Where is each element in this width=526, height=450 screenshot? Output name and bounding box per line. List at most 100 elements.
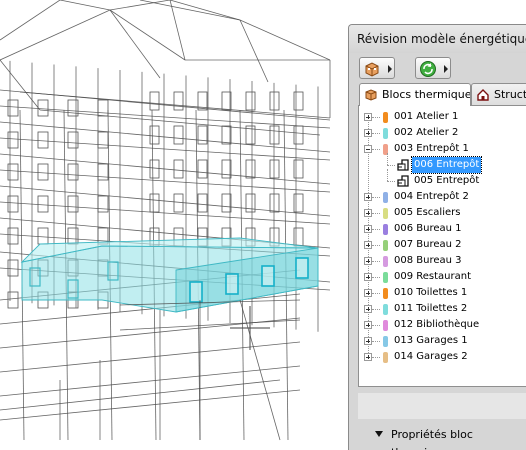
tree-item-label: 002 Atelier 2 <box>394 127 459 138</box>
window-outline <box>37 227 49 245</box>
3d-model-viewport[interactable] <box>0 0 348 449</box>
collapse-triangle-icon[interactable] <box>375 431 383 437</box>
floor-line <box>0 137 331 161</box>
tree-connector-line <box>372 229 380 230</box>
window-outline <box>173 193 184 213</box>
tree-item[interactable]: 010 Toilettes 1 <box>359 285 526 301</box>
floor-line <box>0 341 301 373</box>
tree-connector-line <box>372 261 380 262</box>
expand-plus-icon[interactable] <box>364 305 372 313</box>
highlighted-window <box>225 273 239 295</box>
floor-line <box>0 105 331 129</box>
block-color-swatch <box>383 256 388 267</box>
tree-item[interactable]: 011 Toilettes 2 <box>359 301 526 317</box>
expand-plus-icon[interactable] <box>364 209 372 217</box>
model-box-icon <box>365 62 379 77</box>
tree-connector-line <box>372 341 380 342</box>
zone-icon <box>397 175 409 187</box>
thermal-blocks-tree[interactable]: 001 Atelier 1 002 Atelier 2 003 Entrepôt 1… <box>358 105 526 387</box>
tree-connector-line <box>372 197 380 198</box>
tree-item[interactable]: 003 Entrepôt 1 <box>359 141 526 157</box>
dropdown-arrow-icon <box>444 65 448 73</box>
expand-plus-icon[interactable] <box>364 353 372 361</box>
window-outline <box>293 227 304 247</box>
tree-item[interactable]: 013 Garages 1 <box>359 333 526 349</box>
tree-connector-line <box>372 245 380 246</box>
window-outline <box>293 91 304 111</box>
tree-subitem[interactable]: 006 Entrepôt <box>359 153 526 174</box>
tree-item[interactable]: 006 Bureau 1 <box>359 221 526 237</box>
window-outline <box>269 125 280 145</box>
block-color-swatch <box>383 320 388 331</box>
expand-plus-icon[interactable] <box>364 129 372 137</box>
expand-plus-icon[interactable] <box>364 257 372 265</box>
expand-plus-icon[interactable] <box>364 241 372 249</box>
tree-item[interactable]: 012 Bibliothèque <box>359 317 526 333</box>
dropdown-arrow-icon <box>388 65 392 73</box>
foundation-line <box>119 319 301 331</box>
properties-section-header[interactable]: Propriétés bloc thermique <box>349 425 526 450</box>
window-outline <box>245 159 256 179</box>
floor-line <box>0 365 301 397</box>
window-outline <box>197 125 208 145</box>
roof-edge <box>139 0 241 21</box>
energy-refresh-button[interactable] <box>415 57 451 79</box>
tree-item[interactable]: 008 Bureau 3 <box>359 253 526 269</box>
expand-plus-icon[interactable] <box>364 113 372 121</box>
block-color-swatch <box>383 272 388 283</box>
tree-item[interactable]: 001 Atelier 1 <box>359 109 526 125</box>
window-outline <box>7 227 19 245</box>
block-color-swatch <box>383 336 388 347</box>
tree-item-label: 009 Restaurant <box>394 271 472 282</box>
tree-connector-line <box>372 357 380 358</box>
roof-edge <box>0 0 61 41</box>
tree-item[interactable]: 004 Entrepôt 2 <box>359 189 526 205</box>
collapse-minus-icon[interactable] <box>364 145 372 153</box>
expand-plus-icon[interactable] <box>364 289 372 297</box>
block-color-swatch <box>383 304 388 315</box>
block-color-swatch <box>383 288 388 299</box>
building-wireframe[interactable] <box>0 0 348 449</box>
window-outline <box>37 99 49 117</box>
floor-line <box>0 201 331 225</box>
block-color-swatch <box>383 208 388 219</box>
window-outline <box>245 91 256 111</box>
expand-plus-icon[interactable] <box>364 273 372 281</box>
tab-structure[interactable]: Struct <box>471 83 526 105</box>
highlighted-window <box>295 257 309 279</box>
tree-item-label: 005 Escaliers <box>394 207 461 218</box>
floor-line <box>0 89 331 121</box>
block-color-swatch <box>383 240 388 251</box>
window-outline <box>149 125 160 145</box>
window-outline <box>97 163 109 181</box>
tree-item[interactable]: 014 Garages 2 <box>359 349 526 365</box>
expand-plus-icon[interactable] <box>364 225 372 233</box>
structure-house-icon <box>477 89 489 101</box>
tree-item-label: 010 Toilettes 1 <box>394 287 468 298</box>
window-outline <box>7 259 19 277</box>
model-box-button[interactable] <box>359 57 395 79</box>
tree-item[interactable]: 009 Restaurant <box>359 269 526 285</box>
tree-connector-line <box>372 133 380 134</box>
tree-subitem[interactable]: 005 Entrepôt <box>359 169 526 189</box>
block-color-swatch <box>383 352 388 363</box>
tree-item[interactable]: 005 Escaliers <box>359 205 526 221</box>
tree-connector-line <box>372 325 380 326</box>
window-outline <box>7 291 19 309</box>
tree-item[interactable]: 002 Atelier 2 <box>359 125 526 141</box>
expand-plus-icon[interactable] <box>364 337 372 345</box>
window-outline <box>67 195 79 213</box>
window-outline <box>269 159 280 179</box>
block-color-swatch <box>383 112 388 123</box>
window-outline <box>37 131 49 149</box>
roof-edge <box>109 9 186 61</box>
tab-thermal-blocks[interactable]: Blocs thermiques <box>359 83 471 106</box>
tree-item[interactable]: 007 Bureau 2 <box>359 237 526 253</box>
window-outline <box>67 131 79 149</box>
tree-item-label: 014 Garages 2 <box>394 351 468 362</box>
tab-label: Blocs thermiques <box>382 88 471 101</box>
expand-plus-icon[interactable] <box>364 321 372 329</box>
window-outline <box>97 195 109 213</box>
expand-plus-icon[interactable] <box>364 193 372 201</box>
highlighted-window <box>189 281 203 303</box>
